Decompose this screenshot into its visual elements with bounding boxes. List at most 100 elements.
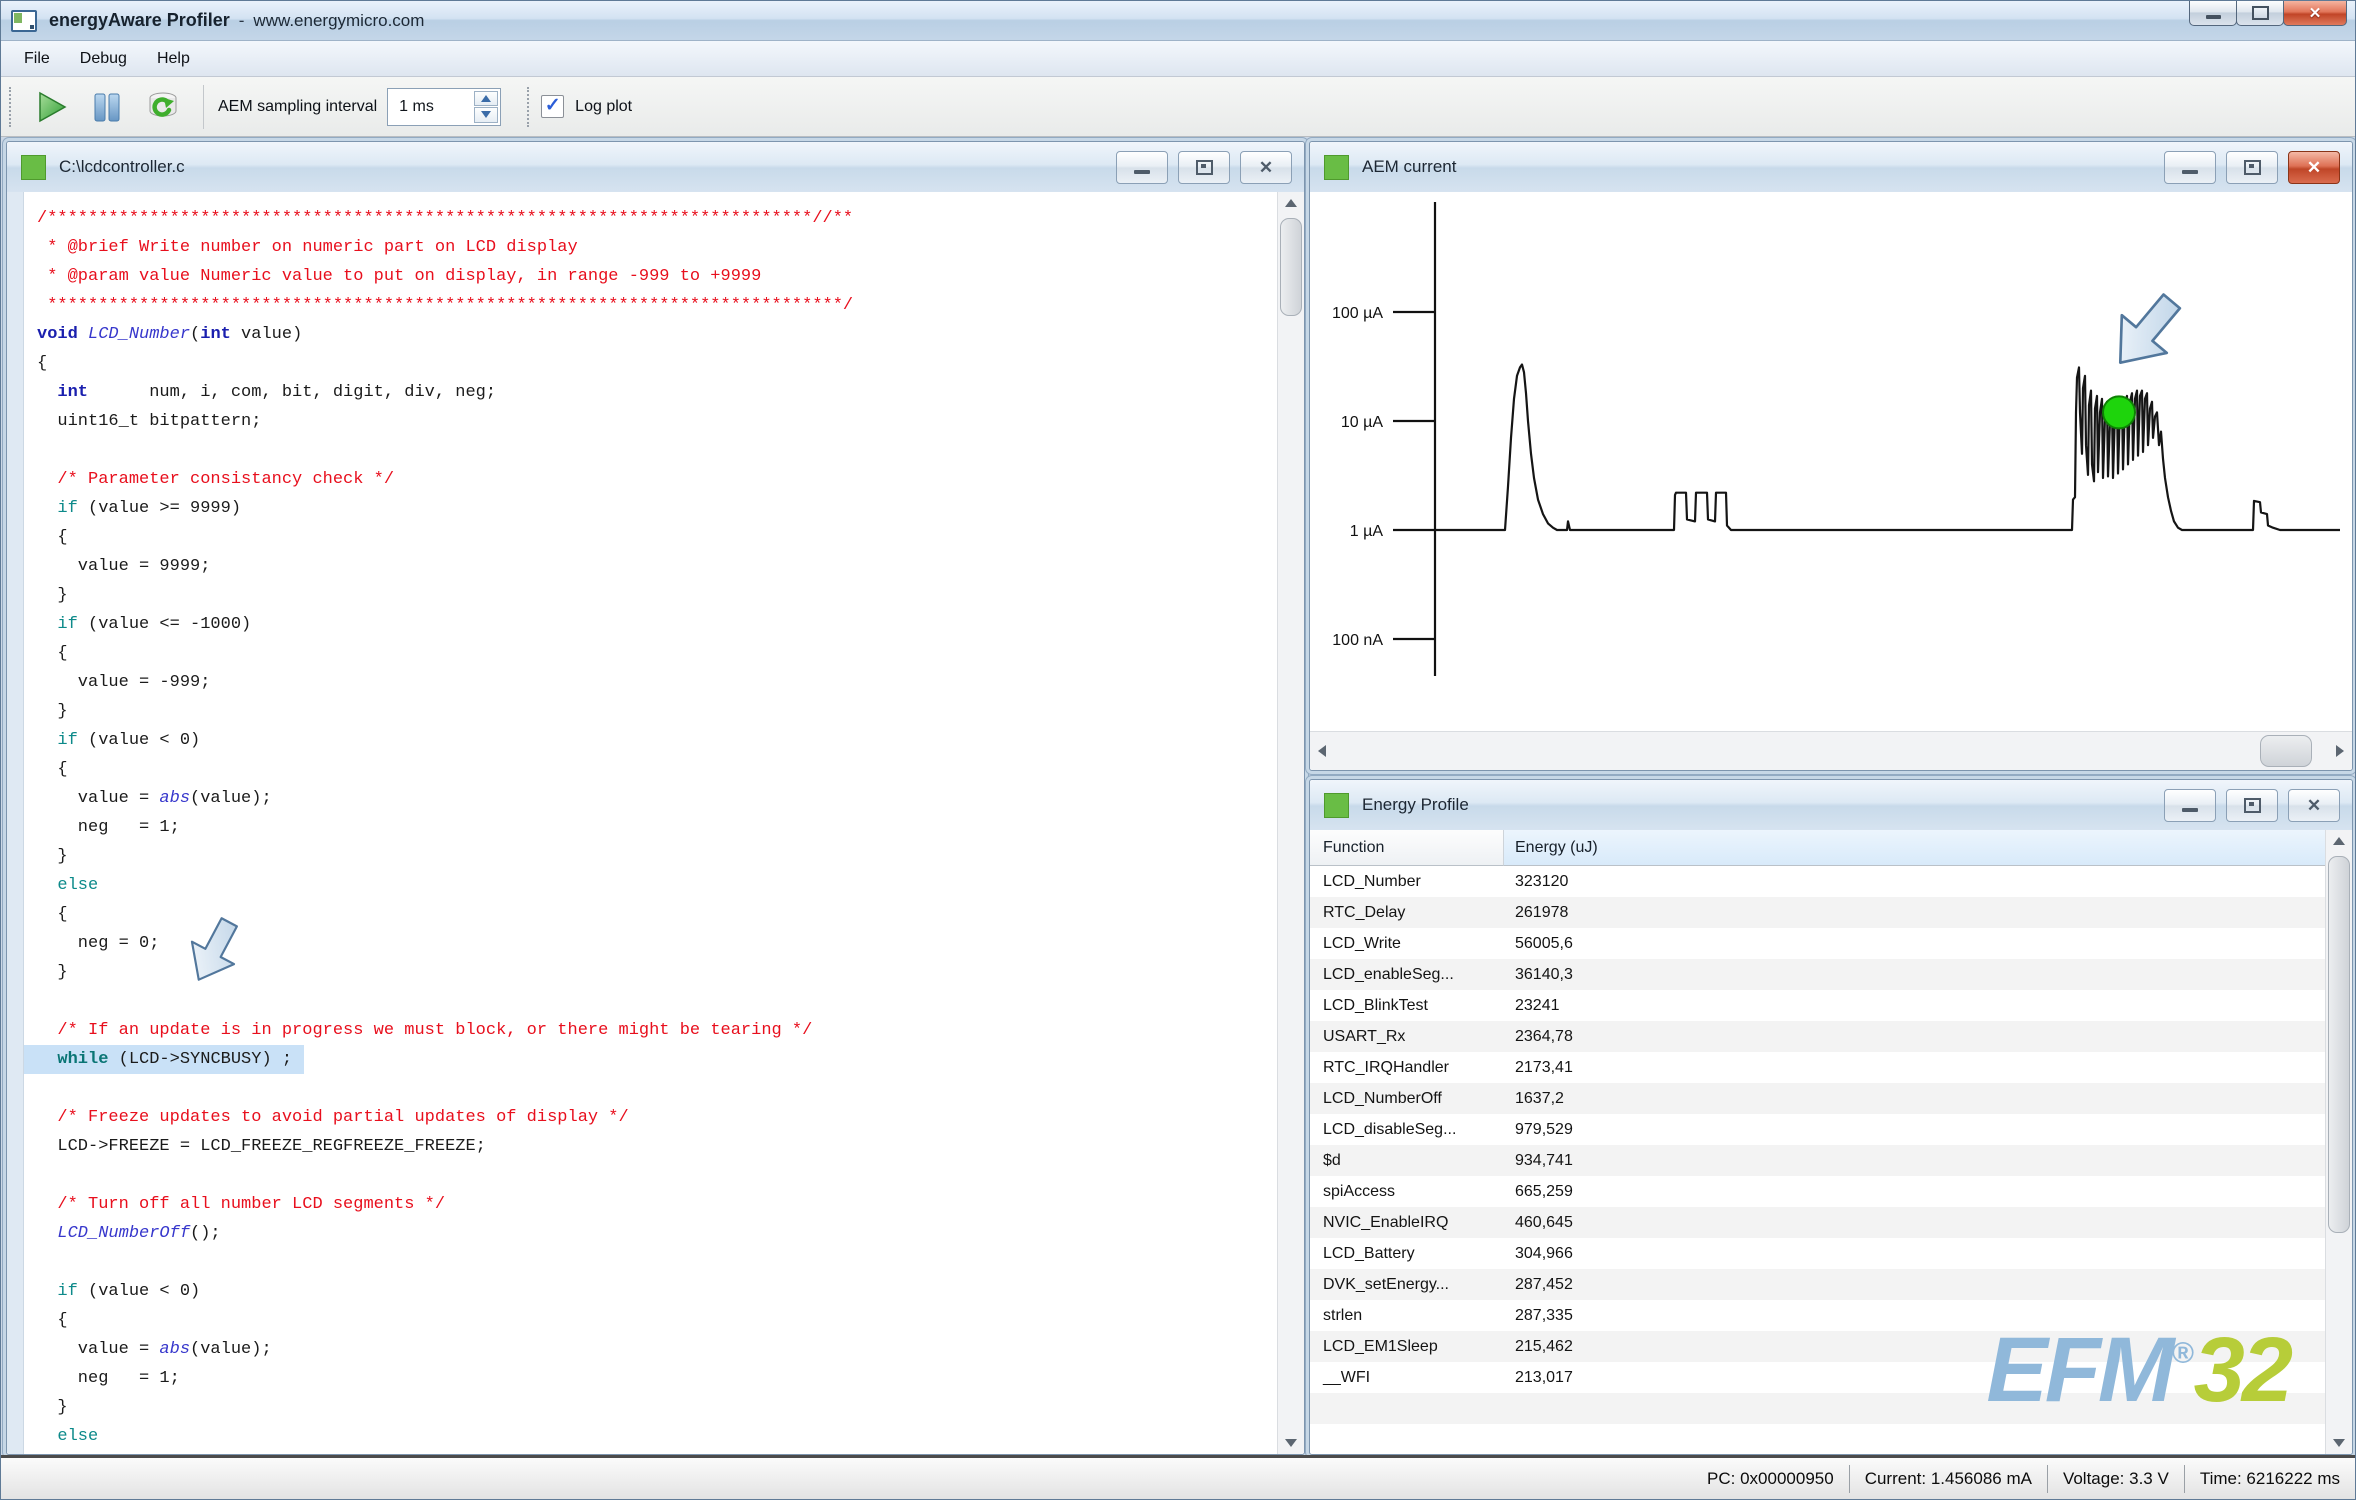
cell-energy: 261978: [1504, 904, 2325, 922]
table-row[interactable]: LCD_BlinkTest23241: [1310, 990, 2325, 1021]
column-header-function[interactable]: Function: [1310, 830, 1504, 866]
restart-button[interactable]: [140, 84, 186, 130]
code-line: [24, 436, 1274, 465]
table-row[interactable]: LCD_Number323120: [1310, 866, 2325, 897]
table-row[interactable]: LCD_Write56005,6: [1310, 928, 2325, 959]
close-button[interactable]: ✕: [2283, 1, 2347, 26]
cell-energy: 460,645: [1504, 1214, 2325, 1232]
cell-function: LCD_disableSeg...: [1310, 1121, 1504, 1139]
aem-chart-area[interactable]: 100 µA10 µA1 µA100 nA: [1310, 192, 2352, 770]
code-line: [24, 1248, 1274, 1277]
aem-scrollbar-thumb[interactable]: [2260, 735, 2312, 767]
spinner-up-button[interactable]: [474, 91, 498, 107]
log-plot-checkbox[interactable]: ✓: [541, 95, 564, 118]
toolbar-separator: [203, 85, 204, 129]
energy-vertical-scrollbar[interactable]: [2325, 830, 2352, 1454]
minimize-icon: [1134, 170, 1150, 174]
table-row[interactable]: NVIC_EnableIRQ460,645: [1310, 1207, 2325, 1238]
statusbar-item: Current: 1.456086 mA: [1850, 1469, 2047, 1489]
energy-window-title: Energy Profile: [1362, 795, 1469, 815]
energy-maximize-button[interactable]: [2226, 789, 2278, 822]
code-line: value = 9999;: [24, 552, 1274, 581]
energy-minimize-button[interactable]: [2164, 789, 2216, 822]
code-scrollbar-thumb[interactable]: [1280, 218, 1302, 316]
aem-maximize-button[interactable]: [2226, 151, 2278, 184]
aem-horizontal-scrollbar[interactable]: [1310, 731, 2352, 770]
aem-minimize-button[interactable]: [2164, 151, 2216, 184]
play-button[interactable]: [28, 84, 74, 130]
spinner-up-icon: [481, 95, 491, 102]
code-line: }: [24, 842, 1274, 871]
menu-item-help[interactable]: Help: [142, 45, 205, 73]
pause-button[interactable]: [84, 84, 130, 130]
code-line: if (value >= 9999): [24, 494, 1274, 523]
code-line: /* Freeze updates to avoid partial updat…: [24, 1103, 1274, 1132]
energy-scrollbar-thumb[interactable]: [2328, 856, 2350, 1233]
table-row[interactable]: LCD_disableSeg...979,529: [1310, 1114, 2325, 1145]
scroll-right-button[interactable]: [2328, 732, 2352, 770]
efm32-logo-efm: EFM: [1986, 1319, 2171, 1421]
close-icon: ✕: [2307, 797, 2321, 814]
cell-function: __WFI: [1310, 1369, 1504, 1387]
code-line: value = abs(value);: [24, 1335, 1274, 1364]
cell-energy: 2364,78: [1504, 1028, 2325, 1046]
play-icon: [33, 89, 69, 125]
scroll-down-button[interactable]: [2326, 1432, 2352, 1454]
energy-window-titlebar[interactable]: Energy Profile ✕: [1310, 780, 2352, 831]
maximize-button[interactable]: [2236, 1, 2284, 26]
energy-close-button[interactable]: ✕: [2288, 789, 2340, 822]
aem-window-titlebar[interactable]: AEM current ✕: [1310, 142, 2352, 193]
code-window-titlebar[interactable]: C:\lcdcontroller.c ✕: [7, 142, 1304, 193]
scroll-up-button[interactable]: [1278, 192, 1304, 214]
code-line: }: [24, 697, 1274, 726]
table-row[interactable]: LCD_Battery304,966: [1310, 1238, 2325, 1269]
code-line: void LCD_Number(int value): [24, 320, 1274, 349]
svg-text:100 µA: 100 µA: [1332, 305, 1383, 322]
scroll-down-button[interactable]: [1278, 1432, 1304, 1454]
table-row[interactable]: USART_Rx2364,78: [1310, 1021, 2325, 1052]
table-row[interactable]: $d934,741: [1310, 1145, 2325, 1176]
sampling-interval-value: 1 ms: [388, 98, 474, 116]
statusbar-item: Voltage: 3.3 V: [2048, 1469, 2184, 1489]
code-minimize-button[interactable]: [1116, 151, 1168, 184]
table-row[interactable]: LCD_NumberOff1637,2: [1310, 1083, 2325, 1114]
scroll-left-button[interactable]: [1310, 732, 1334, 770]
aem-close-button[interactable]: ✕: [2288, 151, 2340, 184]
cell-function: LCD_EM1Sleep: [1310, 1338, 1504, 1356]
menu-item-debug[interactable]: Debug: [65, 45, 142, 73]
code-vertical-scrollbar[interactable]: [1277, 192, 1304, 1454]
toolbar-grip-2[interactable]: [527, 87, 529, 127]
minimize-button[interactable]: [2189, 1, 2237, 26]
code-editor-area[interactable]: /***************************************…: [7, 192, 1304, 1454]
code-line: /* Turn off all number LCD segments */: [24, 1190, 1274, 1219]
code-line: }: [24, 581, 1274, 610]
maximize-icon: [2244, 160, 2261, 175]
table-row[interactable]: RTC_Delay261978: [1310, 897, 2325, 928]
table-row[interactable]: spiAccess665,259: [1310, 1176, 2325, 1207]
cell-function: DVK_setEnergy...: [1310, 1276, 1504, 1294]
app-title-url: www.energymicro.com: [253, 11, 424, 31]
cell-function: LCD_enableSeg...: [1310, 966, 1504, 984]
efm32-logo: EFM®32: [1986, 1324, 2290, 1416]
code-maximize-button[interactable]: [1178, 151, 1230, 184]
scroll-up-button[interactable]: [2326, 830, 2352, 852]
sampling-interval-input[interactable]: 1 ms: [387, 88, 501, 126]
code-line: else: [24, 871, 1274, 900]
code-line: {: [24, 1306, 1274, 1335]
code-line: neg = 1;: [24, 813, 1274, 842]
energy-window-icon: [1324, 793, 1349, 818]
table-row[interactable]: LCD_enableSeg...36140,3: [1310, 959, 2325, 990]
menu-item-file[interactable]: File: [9, 45, 65, 73]
app-icon: [11, 10, 37, 32]
code-close-button[interactable]: ✕: [1240, 151, 1292, 184]
table-row[interactable]: DVK_setEnergy...287,452: [1310, 1269, 2325, 1300]
sampling-interval-spinner: [474, 91, 498, 123]
cell-function: LCD_BlinkTest: [1310, 997, 1504, 1015]
cell-function: LCD_Battery: [1310, 1245, 1504, 1263]
column-header-energy[interactable]: Energy (uJ): [1504, 830, 2325, 866]
spinner-down-button[interactable]: [474, 107, 498, 123]
toolbar-grip[interactable]: [9, 87, 11, 127]
code-line: neg = 1;: [24, 1364, 1274, 1393]
code-line: }: [24, 1393, 1274, 1422]
table-row[interactable]: RTC_IRQHandler2173,41: [1310, 1052, 2325, 1083]
